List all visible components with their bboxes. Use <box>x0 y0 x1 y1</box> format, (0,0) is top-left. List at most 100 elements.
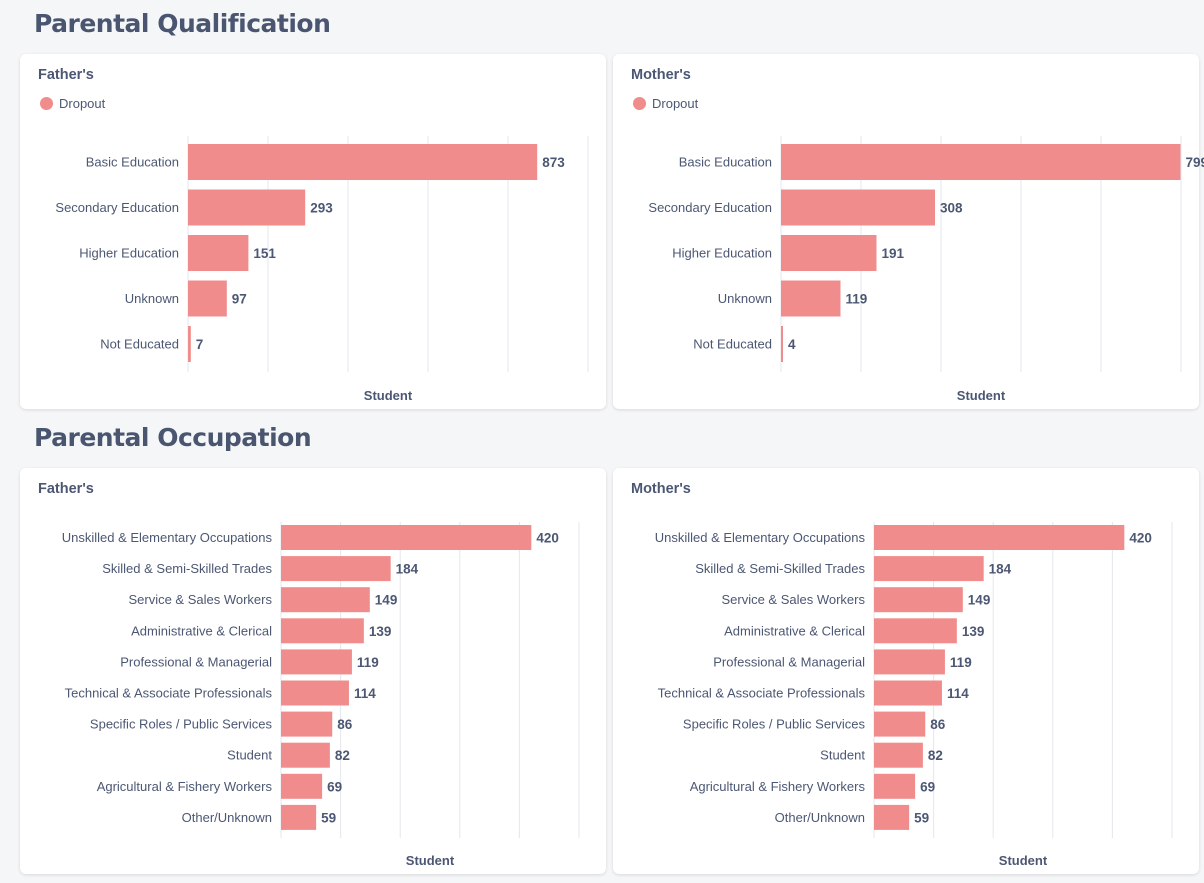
value-label: 149 <box>375 593 398 608</box>
category-label: Service & Sales Workers <box>721 592 865 607</box>
bar <box>874 680 942 706</box>
bar <box>281 773 323 799</box>
category-label: Agricultural & Fishery Workers <box>690 779 866 794</box>
bar <box>781 144 1181 180</box>
value-label: 114 <box>354 686 376 701</box>
category-label: Not Educated <box>693 337 772 352</box>
category-label: Not Educated <box>100 337 179 352</box>
value-label: 420 <box>1129 531 1152 546</box>
category-label: Technical & Associate Professionals <box>65 686 273 701</box>
bar <box>874 618 957 644</box>
category-label: Professional & Managerial <box>120 654 272 669</box>
category-label: Other/Unknown <box>182 810 272 825</box>
category-label: Higher Education <box>672 246 772 261</box>
value-label: 59 <box>914 810 929 825</box>
category-label: Basic Education <box>679 155 772 170</box>
category-label: Professional & Managerial <box>713 654 865 669</box>
category-label: Student <box>820 748 865 763</box>
value-label: 7 <box>196 337 204 352</box>
value-label: 82 <box>928 748 943 763</box>
value-label: 149 <box>968 593 991 608</box>
bar <box>874 711 926 737</box>
value-label: 184 <box>989 562 1012 577</box>
bar <box>281 711 333 737</box>
value-label: 4 <box>788 337 796 352</box>
bar <box>188 144 538 180</box>
category-label: Unknown <box>125 291 179 306</box>
category-label: Basic Education <box>86 155 179 170</box>
father-occupation-chart: Unskilled & Elementary Occupations 420 Ski… <box>62 522 580 868</box>
value-label: 799 <box>1186 155 1204 170</box>
category-label: Student <box>227 748 272 763</box>
value-label: 191 <box>882 246 905 261</box>
value-label: 420 <box>536 531 559 546</box>
category-label: Unskilled & Elementary Occupations <box>62 530 273 545</box>
bar <box>281 587 370 613</box>
value-label: 873 <box>542 155 565 170</box>
value-label: 139 <box>369 624 392 639</box>
value-label: 119 <box>357 655 379 670</box>
category-label: Administrative & Clerical <box>131 623 272 638</box>
value-label: 69 <box>920 779 935 794</box>
bar <box>281 556 391 582</box>
bar <box>188 280 227 317</box>
bar <box>188 235 249 271</box>
father-occupation-card: Father's Unskilled & Elementary Occupati… <box>20 468 606 874</box>
section-title-occupation: Parental Occupation <box>34 423 312 452</box>
x-axis-title: Student <box>957 388 1006 403</box>
section-title-qualification: Parental Qualification <box>34 9 331 38</box>
bar <box>874 556 984 582</box>
category-label: Other/Unknown <box>775 810 865 825</box>
value-label: 119 <box>846 292 868 307</box>
value-label: 97 <box>232 292 247 307</box>
bar <box>281 525 532 550</box>
category-label: Technical & Associate Professionals <box>658 686 866 701</box>
value-label: 59 <box>321 810 336 825</box>
x-axis-title: Student <box>999 853 1048 868</box>
bar <box>874 649 945 675</box>
bar <box>781 280 841 317</box>
mother-occupation-chart: Unskilled & Elementary Occupations 420 Ski… <box>655 522 1173 868</box>
category-label: Agricultural & Fishery Workers <box>97 779 273 794</box>
value-label: 86 <box>930 717 946 732</box>
category-label: Unknown <box>718 291 772 306</box>
father-qualification-chart: Basic Education 873 Secondary Education 293… <box>55 136 589 403</box>
value-label: 139 <box>962 624 985 639</box>
category-label: Skilled & Semi-Skilled Trades <box>695 561 865 576</box>
value-label: 184 <box>396 562 419 577</box>
category-label: Higher Education <box>79 246 179 261</box>
bar <box>874 525 1125 550</box>
value-label: 114 <box>947 686 969 701</box>
bar <box>781 189 935 226</box>
category-label: Secondary Education <box>55 200 179 215</box>
value-label: 119 <box>950 655 972 670</box>
value-label: 151 <box>253 246 276 261</box>
bar <box>281 804 317 830</box>
bar <box>281 649 352 675</box>
value-label: 86 <box>337 717 353 732</box>
value-label: 69 <box>327 779 342 794</box>
x-axis-title: Student <box>364 388 413 403</box>
category-label: Administrative & Clerical <box>724 623 865 638</box>
father-qualification-card: Father's Dropout Basic Education 873 Secon… <box>20 54 606 409</box>
bar <box>874 742 923 768</box>
mother-occupation-card: Mother's Unskilled & Elementary Occupati… <box>613 468 1199 874</box>
bar <box>281 618 364 644</box>
category-label: Specific Roles / Public Services <box>683 717 866 732</box>
bar <box>281 680 349 706</box>
category-label: Service & Sales Workers <box>128 592 272 607</box>
mother-qualification-card: Mother's Dropout Basic Education799Secon… <box>613 54 1204 409</box>
bar <box>874 773 916 799</box>
category-label: Skilled & Semi-Skilled Trades <box>102 561 272 576</box>
x-axis-title: Student <box>406 853 455 868</box>
bar <box>781 235 877 271</box>
bar <box>874 804 910 830</box>
bar <box>188 189 306 226</box>
bar <box>874 587 963 613</box>
category-label: Secondary Education <box>648 200 772 215</box>
bar <box>188 326 191 362</box>
category-label: Unskilled & Elementary Occupations <box>655 530 866 545</box>
value-label: 293 <box>310 201 333 216</box>
value-label: 82 <box>335 748 350 763</box>
bar <box>781 326 783 362</box>
